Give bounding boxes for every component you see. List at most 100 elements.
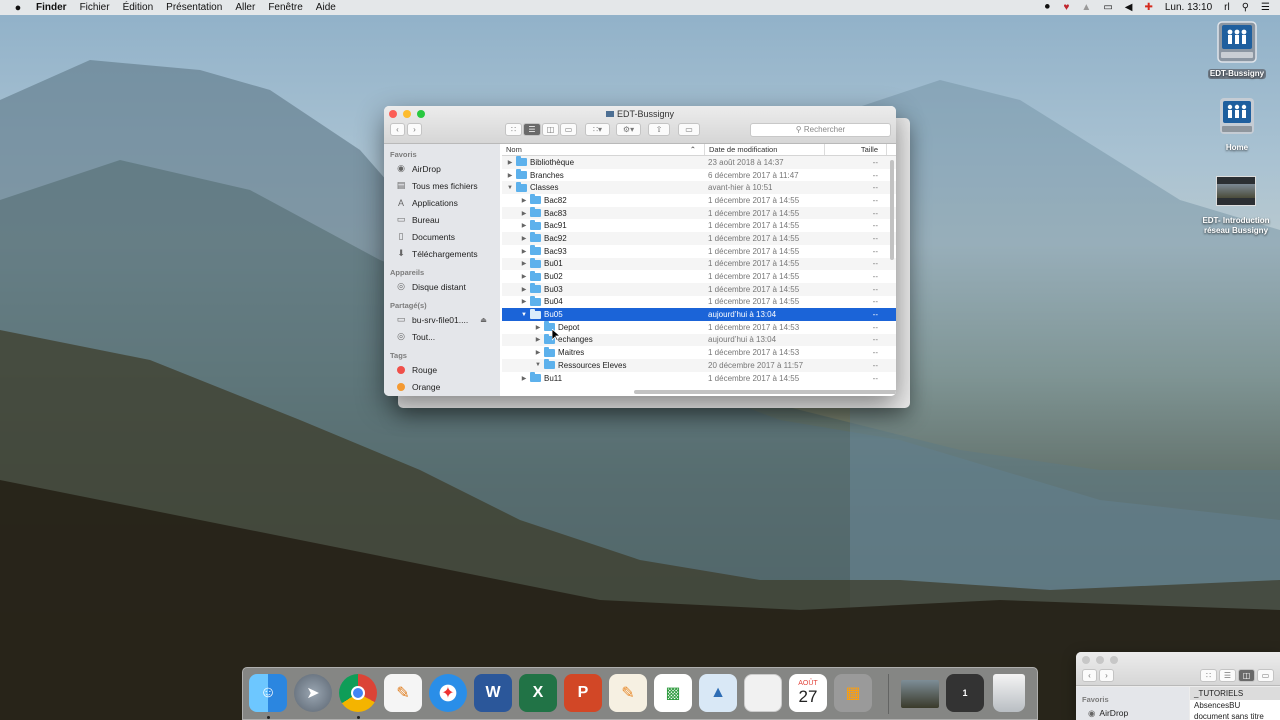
disclosure-closed-icon[interactable]: ▶ xyxy=(534,349,542,356)
dock-finder-icon[interactable]: ☺ xyxy=(249,674,287,712)
arrange-button[interactable]: ∷▾ xyxy=(585,123,610,136)
sidebar-item-bureau[interactable]: ▭ Bureau xyxy=(384,211,500,228)
airplay-icon[interactable]: ▭ xyxy=(1103,2,1112,13)
volume-icon[interactable]: ◀ xyxy=(1125,2,1133,13)
disclosure-closed-icon[interactable]: ▶ xyxy=(520,248,528,255)
disclosure-closed-icon[interactable]: ▶ xyxy=(520,222,528,229)
disclosure-open-icon[interactable]: ▼ xyxy=(534,362,542,368)
menu-aller[interactable]: Aller xyxy=(235,2,255,13)
desktop-icon-home[interactable]: Home xyxy=(1197,96,1277,153)
gallery-view-button[interactable]: ▭ xyxy=(560,123,577,136)
sidebar-item-all-files[interactable]: ▤ Tous mes fichiers xyxy=(384,177,500,194)
vertical-scrollbar[interactable] xyxy=(890,160,894,260)
disclosure-closed-icon[interactable]: ▶ xyxy=(534,336,542,343)
disclosure-open-icon[interactable]: ▼ xyxy=(520,312,528,318)
share-button[interactable]: ⇧ xyxy=(648,123,670,136)
table-row[interactable]: ▶ echanges aujourd’hui à 13:04 -- xyxy=(502,333,896,347)
sidebar-item-tout[interactable]: ◎ Tout... xyxy=(384,328,500,345)
minimize-button[interactable] xyxy=(1096,656,1104,664)
dock-word-icon[interactable]: W xyxy=(474,674,512,712)
swiss-flag-icon[interactable]: ✚ xyxy=(1144,2,1152,13)
wifi-icon[interactable]: ▲ xyxy=(1081,2,1091,13)
table-row[interactable]: ▶ Depot 1 décembre 2017 à 14:53 -- xyxy=(502,321,896,334)
dock-keynote-icon[interactable]: ▲ xyxy=(699,674,737,712)
notification-center-icon[interactable]: ☰ xyxy=(1261,2,1270,13)
disclosure-closed-icon[interactable]: ▶ xyxy=(520,260,528,267)
dock-trash-icon[interactable] xyxy=(993,674,1025,712)
disclosure-closed-icon[interactable]: ▶ xyxy=(520,235,528,242)
eject-icon[interactable]: ⏏ xyxy=(480,316,487,324)
forward-button[interactable]: › xyxy=(407,123,422,136)
column-header-size[interactable]: Taille xyxy=(825,144,887,155)
close-button[interactable] xyxy=(1082,656,1090,664)
table-row[interactable]: ▶ Bac91 1 décembre 2017 à 14:55 -- xyxy=(502,219,896,232)
spotlight-search-icon[interactable]: ⚲ xyxy=(1242,2,1249,13)
table-row[interactable]: ▶ Bac83 1 décembre 2017 à 14:55 -- xyxy=(502,206,896,220)
sidebar-item-airdrop[interactable]: ◉ AirDrop xyxy=(384,160,500,177)
apple-menu-icon[interactable]: ● xyxy=(0,2,36,14)
list-view-button[interactable]: ☰ xyxy=(1219,669,1236,682)
search-field[interactable]: ⚲ Rechercher xyxy=(750,123,891,137)
disclosure-closed-icon[interactable]: ▶ xyxy=(520,273,528,280)
tag-button[interactable]: ▭ xyxy=(678,123,700,136)
table-row[interactable]: ▼ Bu05 aujourd’hui à 13:04 -- xyxy=(502,308,896,321)
dock-minimized-video-icon[interactable] xyxy=(901,680,939,708)
sidebar-item-disque-distant[interactable]: ◎ Disque distant xyxy=(384,278,500,295)
sidebar-item-documents[interactable]: ▯ Documents xyxy=(384,228,500,245)
sidebar-item-airdrop[interactable]: ◉ AirDrop xyxy=(1076,704,1189,719)
menu-presentation[interactable]: Présentation xyxy=(166,2,222,13)
disclosure-closed-icon[interactable]: ▶ xyxy=(520,210,528,217)
table-row[interactable]: ▶ Branches 6 décembre 2017 à 11:47 -- xyxy=(502,169,896,182)
menu-fichier[interactable]: Fichier xyxy=(80,2,110,13)
dock-minimized-window-icon[interactable]: 1 xyxy=(946,674,984,712)
table-row[interactable]: ▼ Ressources Eleves 20 décembre 2017 à 11:… xyxy=(502,359,896,372)
column-header-name[interactable]: Nom ⌃ xyxy=(502,144,705,155)
icon-view-button[interactable]: ∷ xyxy=(1200,669,1217,682)
sidebar-item-telechargements[interactable]: ⬇ Téléchargements xyxy=(384,245,500,262)
disclosure-closed-icon[interactable]: ▶ xyxy=(520,286,528,293)
dock-safari-icon[interactable]: ✦ xyxy=(429,674,467,712)
gallery-view-button[interactable]: ▭ xyxy=(1257,669,1274,682)
disclosure-closed-icon[interactable]: ▶ xyxy=(520,375,528,382)
desktop-icon-edt-bussigny[interactable]: EDT-Bussigny xyxy=(1197,20,1277,79)
dock-chrome-icon[interactable] xyxy=(339,674,377,712)
table-row[interactable]: ▶ Maitres 1 décembre 2017 à 14:53 -- xyxy=(502,346,896,359)
disclosure-closed-icon[interactable]: ▶ xyxy=(520,298,528,305)
dock-calculator-icon[interactable]: ▦ xyxy=(834,674,872,712)
dock-calendar-icon[interactable]: AOÛT 27 xyxy=(789,674,827,712)
sidebar-item-tag-rouge[interactable]: Rouge xyxy=(384,361,500,378)
horizontal-scrollbar[interactable] xyxy=(634,390,896,394)
user-name[interactable]: rl xyxy=(1224,2,1230,13)
list-item[interactable]: AbsencesBU xyxy=(1190,700,1280,711)
dock-excel-icon[interactable]: X xyxy=(519,674,557,712)
disclosure-closed-icon[interactable]: ▶ xyxy=(506,172,514,179)
table-row[interactable]: ▶ Bu01 1 décembre 2017 à 14:55 -- xyxy=(502,257,896,271)
finder-window[interactable]: EDT-Bussigny ‹ › ∷ ☰ ◫ ▭ ∷▾ ⚙▾ ⇧ ▭ ⚲ Rec… xyxy=(384,106,896,396)
dock-notes-icon[interactable]: ✎ xyxy=(384,674,422,712)
sidebar-item-applications[interactable]: A Applications xyxy=(384,194,500,211)
column-header-date[interactable]: Date de modification xyxy=(705,144,825,155)
table-row[interactable]: ▶ Bac92 1 décembre 2017 à 14:55 -- xyxy=(502,232,896,245)
dock-file-icon[interactable] xyxy=(744,674,782,712)
dock-pages-icon[interactable]: ✎ xyxy=(609,674,647,712)
column-view-button[interactable]: ◫ xyxy=(1238,669,1255,682)
table-row[interactable]: ▶ Bu03 1 décembre 2017 à 14:55 -- xyxy=(502,282,896,296)
disclosure-closed-icon[interactable]: ▶ xyxy=(520,197,528,204)
back-button[interactable]: ‹ xyxy=(1082,669,1097,682)
finder-window-small[interactable]: ‹ › ∷ ☰ ◫ ▭ Favoris ◉ AirDrop _TUTORIELS … xyxy=(1076,652,1280,720)
forward-button[interactable]: › xyxy=(1099,669,1114,682)
clock[interactable]: Lun. 13:10 xyxy=(1165,2,1212,13)
sidebar-item-tag-orange[interactable]: Orange xyxy=(384,378,500,395)
table-row[interactable]: ▶ Bac93 1 décembre 2017 à 14:55 -- xyxy=(502,245,896,258)
column-view-button[interactable]: ◫ xyxy=(542,123,559,136)
menu-fenetre[interactable]: Fenêtre xyxy=(268,2,302,13)
table-row[interactable]: ▶ Bu04 1 décembre 2017 à 14:55 -- xyxy=(502,295,896,309)
table-row[interactable]: ▶ Bibliothèque 23 août 2018 à 14:37 -- xyxy=(502,156,896,169)
cloud-app-icon[interactable]: ♥ xyxy=(1063,2,1069,13)
menu-edition[interactable]: Édition xyxy=(123,2,154,13)
zoom-button[interactable] xyxy=(1110,656,1118,664)
disclosure-open-icon[interactable]: ▼ xyxy=(506,185,514,191)
list-item[interactable]: _TUTORIELS xyxy=(1190,687,1280,700)
table-row[interactable]: ▼ Classes avant-hier à 10:51 -- xyxy=(502,181,896,195)
menu-app-finder[interactable]: Finder xyxy=(36,2,67,13)
